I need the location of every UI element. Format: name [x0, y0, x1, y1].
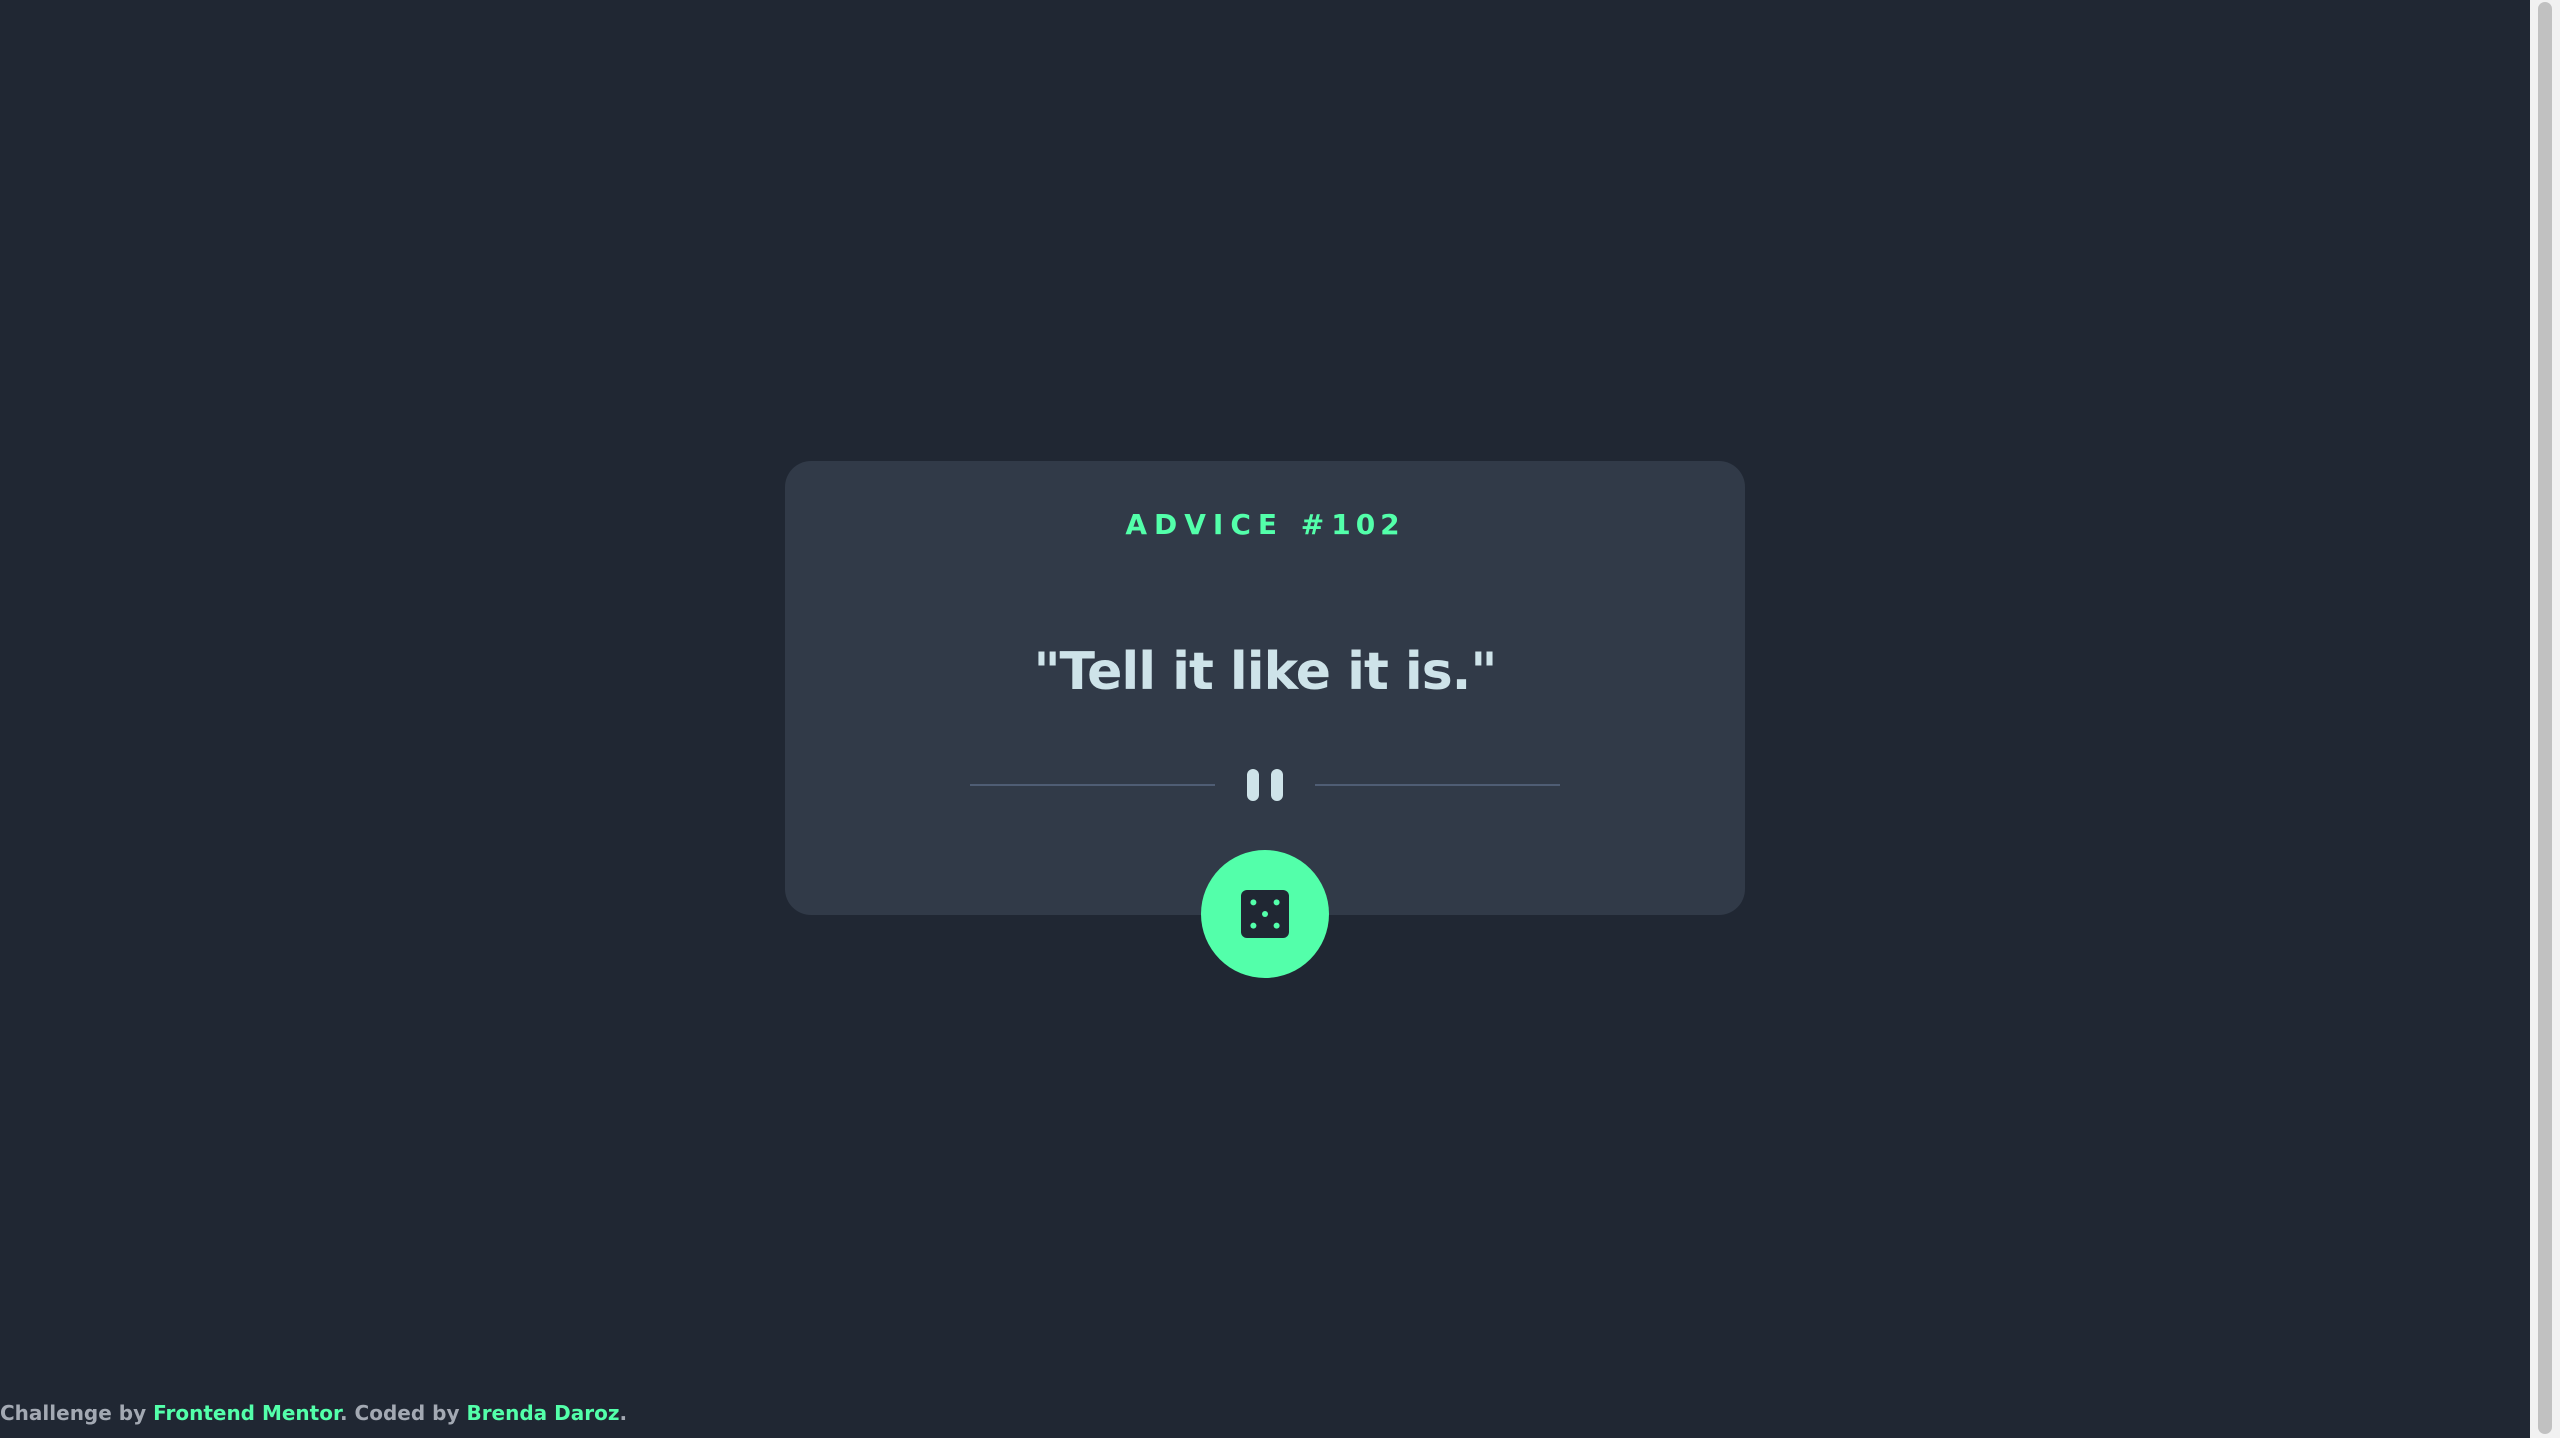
- pattern-divider: [970, 769, 1560, 801]
- vertical-scrollbar[interactable]: [2530, 0, 2560, 1438]
- scrollbar-thumb[interactable]: [2538, 2, 2552, 1434]
- pause-icon: [1245, 769, 1285, 801]
- new-advice-button[interactable]: [1201, 850, 1329, 978]
- advice-id: ADVICE #102: [785, 511, 1745, 539]
- advice-label: ADVICE #: [1125, 508, 1332, 541]
- advice-number: 102: [1331, 508, 1405, 541]
- dice-icon: [1241, 890, 1289, 938]
- divider-line-right: [1315, 784, 1560, 786]
- divider-line-left: [970, 784, 1215, 786]
- footer-middle: . Coded by: [339, 1401, 467, 1425]
- advice-card: ADVICE #102 "Tell it like it is.": [785, 461, 1745, 915]
- advice-quote: "Tell it like it is.": [1033, 642, 1497, 702]
- frontend-mentor-link[interactable]: Frontend Mentor: [153, 1401, 340, 1425]
- page: ADVICE #102 "Tell it like it is." Challe…: [0, 0, 2560, 1438]
- footer-prefix: Challenge by: [0, 1401, 154, 1425]
- author-link[interactable]: Brenda Daroz: [466, 1401, 619, 1425]
- footer-suffix: .: [619, 1401, 628, 1425]
- attribution-footer: Challenge by Frontend Mentor. Coded by B…: [0, 1400, 627, 1426]
